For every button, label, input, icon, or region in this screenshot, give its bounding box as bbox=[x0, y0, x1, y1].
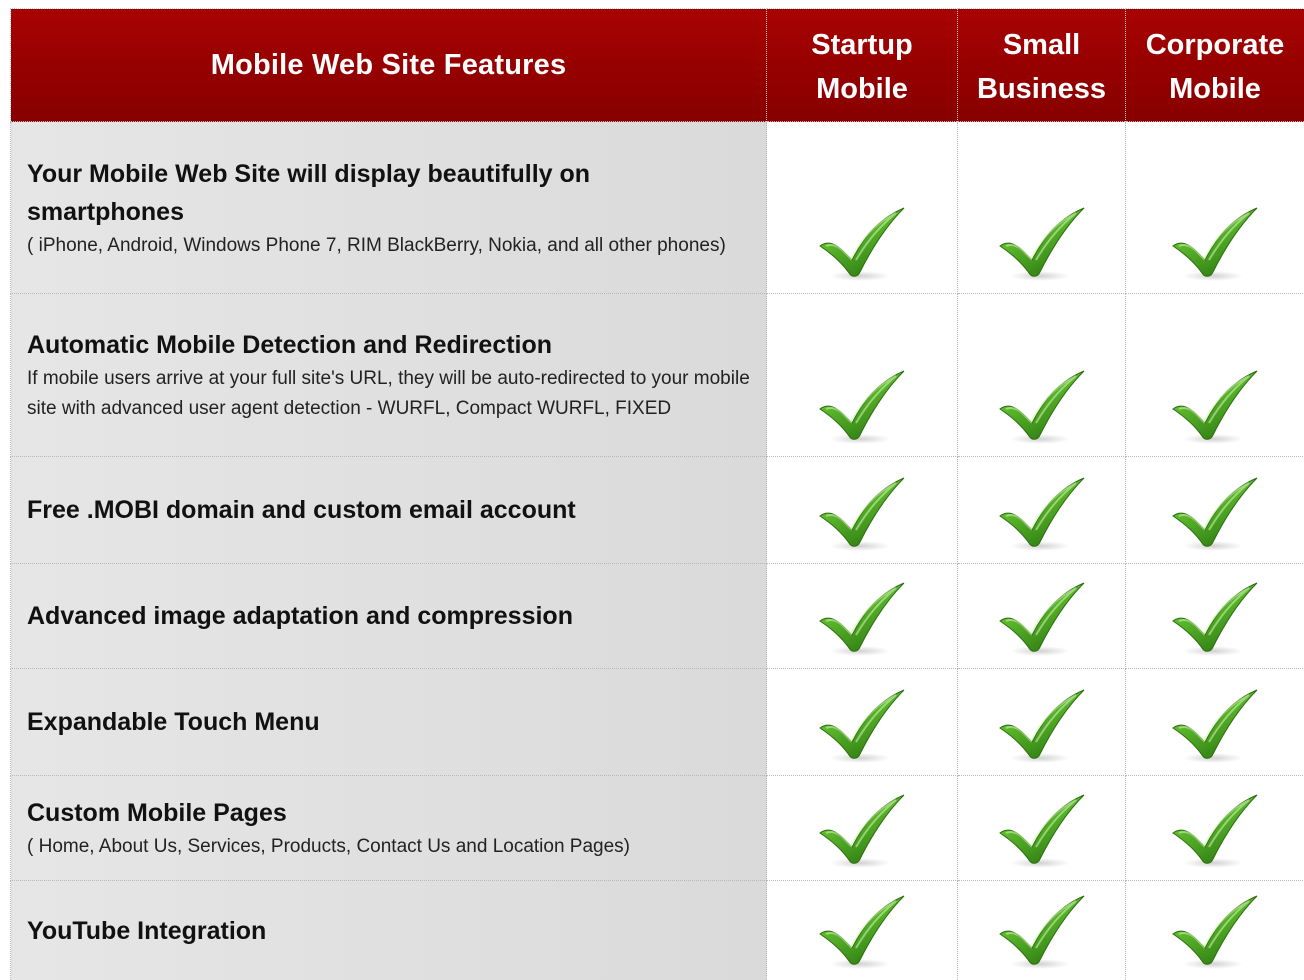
check-icon bbox=[1169, 688, 1261, 764]
feature-description: ( iPhone, Android, Windows Phone 7, RIM … bbox=[27, 234, 726, 256]
feature-description: ( Home, About Us, Services, Products, Co… bbox=[27, 836, 631, 857]
feature-title: Expandable Touch Menu bbox=[27, 708, 320, 736]
included-cell-startup-mobile bbox=[766, 668, 958, 776]
included-cell-small-business bbox=[957, 880, 1126, 980]
plan-name-line2: Mobile bbox=[816, 73, 908, 105]
feature-row: Custom Mobile Pages ( Home, About Us, Se… bbox=[10, 775, 1304, 881]
check-icon bbox=[996, 793, 1088, 869]
feature-title: Your Mobile Web Site will display beauti… bbox=[27, 159, 591, 226]
check-icon bbox=[816, 581, 908, 657]
included-cell-small-business bbox=[957, 456, 1126, 564]
feature-title: Custom Mobile Pages bbox=[27, 799, 287, 827]
included-cell-startup-mobile bbox=[766, 563, 958, 669]
check-icon bbox=[996, 476, 1088, 552]
check-icon bbox=[816, 894, 908, 970]
feature-title: Free .MOBI domain and custom email accou… bbox=[27, 496, 576, 524]
plan-header-corporate-mobile: Corporate Mobile bbox=[1125, 8, 1304, 122]
feature-title: Advanced image adaptation and compressio… bbox=[27, 602, 573, 630]
included-cell-corporate-mobile bbox=[1125, 456, 1304, 564]
included-cell-startup-mobile bbox=[766, 293, 958, 457]
included-cell-startup-mobile bbox=[766, 880, 958, 980]
feature-row: YouTube Integration bbox=[10, 880, 1304, 980]
feature-cell: Your Mobile Web Site will display beauti… bbox=[10, 121, 767, 294]
check-icon bbox=[1169, 369, 1261, 445]
plan-name-line1: Small bbox=[1002, 29, 1081, 61]
plan-name-line2: Business bbox=[977, 73, 1106, 105]
included-cell-small-business bbox=[957, 668, 1126, 776]
plan-header-small-business: Small Business bbox=[957, 8, 1126, 122]
included-cell-corporate-mobile bbox=[1125, 668, 1304, 776]
feature-cell: Automatic Mobile Detection and Redirecti… bbox=[10, 293, 767, 457]
check-icon bbox=[996, 369, 1088, 445]
feature-cell: Free .MOBI domain and custom email accou… bbox=[10, 456, 767, 564]
plan-name-line1: Corporate bbox=[1145, 29, 1285, 61]
comparison-page: Mobile Web Site Features Startup Mobile … bbox=[0, 0, 1304, 980]
included-cell-corporate-mobile bbox=[1125, 563, 1304, 669]
feature-row: Automatic Mobile Detection and Redirecti… bbox=[10, 293, 1304, 457]
included-cell-small-business bbox=[957, 775, 1126, 881]
included-cell-startup-mobile bbox=[766, 775, 958, 881]
included-cell-corporate-mobile bbox=[1125, 293, 1304, 457]
check-icon bbox=[816, 369, 908, 445]
feature-rows: Your Mobile Web Site will display beauti… bbox=[10, 121, 1304, 980]
header-row: Mobile Web Site Features Startup Mobile … bbox=[10, 8, 1304, 122]
feature-row: Your Mobile Web Site will display beauti… bbox=[10, 121, 1304, 294]
check-icon bbox=[1169, 476, 1261, 552]
check-icon bbox=[996, 894, 1088, 970]
check-icon bbox=[816, 793, 908, 869]
check-icon bbox=[996, 206, 1088, 282]
check-icon bbox=[1169, 581, 1261, 657]
feature-cell: Advanced image adaptation and compressio… bbox=[10, 563, 767, 669]
plan-name-line2: Mobile bbox=[1169, 73, 1261, 105]
plan-header-startup-mobile: Startup Mobile bbox=[766, 8, 958, 122]
included-cell-small-business bbox=[957, 563, 1126, 669]
included-cell-small-business bbox=[957, 121, 1126, 294]
check-icon bbox=[1169, 894, 1261, 970]
feature-column-header: Mobile Web Site Features bbox=[10, 8, 767, 122]
feature-cell: YouTube Integration bbox=[10, 880, 767, 980]
included-cell-small-business bbox=[957, 293, 1126, 457]
plan-name-line1: Startup bbox=[811, 29, 913, 61]
included-cell-startup-mobile bbox=[766, 121, 958, 294]
check-icon bbox=[996, 581, 1088, 657]
feature-description: If mobile users arrive at your full site… bbox=[27, 368, 750, 419]
check-icon bbox=[816, 688, 908, 764]
feature-title: YouTube Integration bbox=[27, 917, 267, 945]
feature-cell: Custom Mobile Pages ( Home, About Us, Se… bbox=[10, 775, 767, 881]
included-cell-corporate-mobile bbox=[1125, 775, 1304, 881]
included-cell-corporate-mobile bbox=[1125, 880, 1304, 980]
check-icon bbox=[1169, 793, 1261, 869]
feature-cell: Expandable Touch Menu bbox=[10, 668, 767, 776]
feature-row: Free .MOBI domain and custom email accou… bbox=[10, 456, 1304, 564]
feature-row: Expandable Touch Menu bbox=[10, 668, 1304, 776]
features-comparison-table: Mobile Web Site Features Startup Mobile … bbox=[10, 8, 1304, 980]
included-cell-corporate-mobile bbox=[1125, 121, 1304, 294]
included-cell-startup-mobile bbox=[766, 456, 958, 564]
check-icon bbox=[816, 476, 908, 552]
check-icon bbox=[996, 688, 1088, 764]
check-icon bbox=[816, 206, 908, 282]
feature-row: Advanced image adaptation and compressio… bbox=[10, 563, 1304, 669]
feature-title: Automatic Mobile Detection and Redirecti… bbox=[27, 331, 553, 359]
check-icon bbox=[1169, 206, 1261, 282]
